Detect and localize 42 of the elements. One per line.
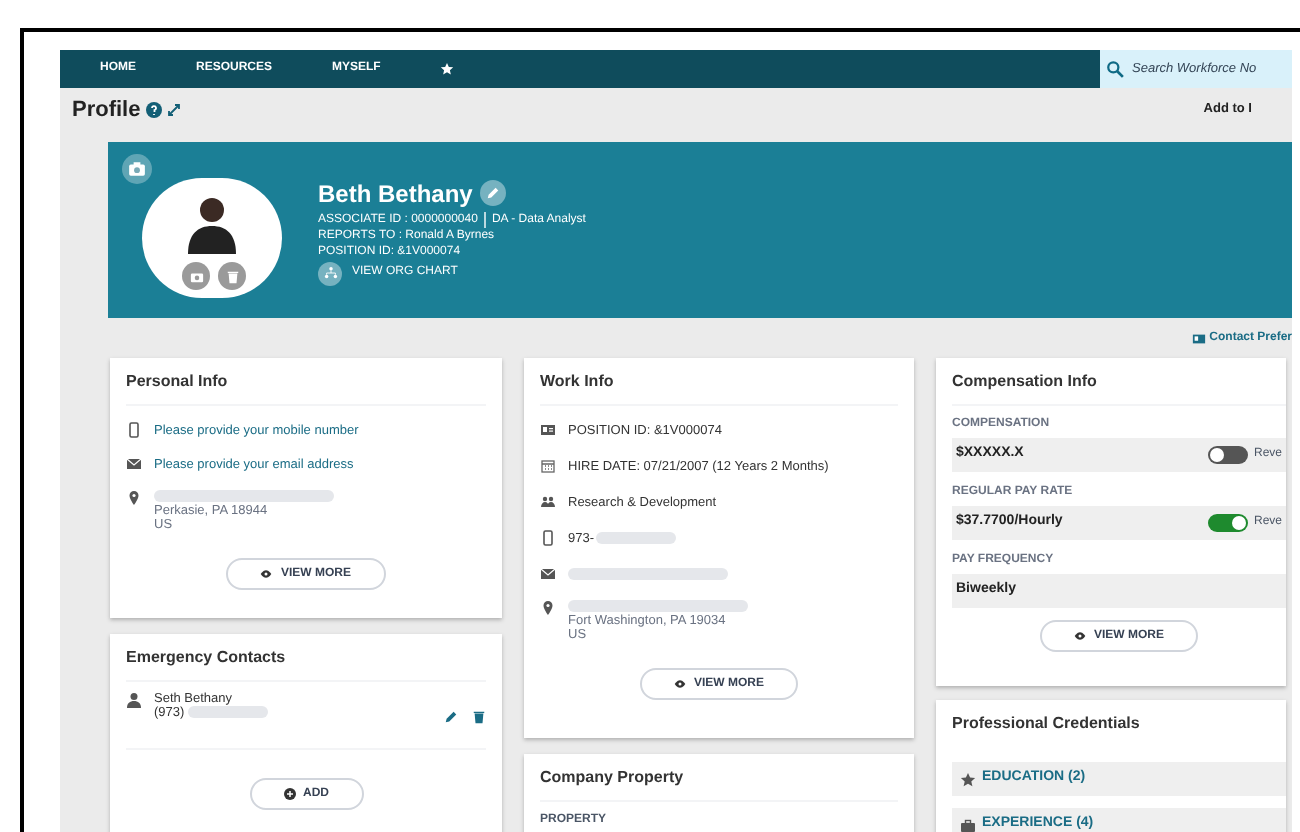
help-icon (146, 102, 163, 118)
edit-button[interactable] (444, 710, 458, 724)
map-pin-icon (540, 600, 556, 616)
profile-name: Beth Bethany (318, 177, 473, 211)
phone-icon (126, 422, 142, 438)
star-icon (960, 771, 976, 787)
id-card-icon (1191, 331, 1206, 345)
card-title: Personal Info (126, 370, 486, 406)
envelope-icon (540, 566, 556, 582)
pencil-icon (444, 710, 458, 724)
expand-icon (166, 102, 183, 118)
id-card-icon (540, 422, 556, 438)
delete-button[interactable] (472, 710, 486, 724)
search-icon (1106, 60, 1124, 78)
org-chart-icon (323, 266, 337, 280)
map-pin-icon (126, 490, 142, 506)
card-title: Professional Credentials (952, 712, 1142, 736)
card-title: Work Info (540, 370, 898, 406)
calendar-icon (540, 458, 556, 474)
toggle-switch[interactable] (1207, 514, 1248, 532)
redacted-text (188, 706, 269, 718)
eye-icon (1073, 630, 1086, 642)
card-title: Compensation Info (952, 370, 1286, 406)
trash-icon (472, 710, 486, 724)
card-title: Company Property (540, 766, 898, 802)
envelope-icon (126, 456, 142, 472)
camera-button[interactable] (122, 154, 152, 184)
plus-circle-icon (283, 788, 295, 800)
page-title: Profile (72, 95, 141, 126)
person-icon (126, 692, 142, 708)
trash-icon (225, 269, 239, 283)
people-icon (540, 494, 556, 510)
phone-icon (540, 530, 556, 546)
pencil-icon (486, 186, 501, 200)
briefcase-icon (960, 817, 976, 832)
eye-icon (673, 678, 686, 690)
star-icon (440, 62, 455, 76)
toggle-switch[interactable] (1207, 446, 1248, 464)
edit-button[interactable] (480, 180, 507, 206)
eye-icon (260, 568, 273, 580)
redacted-text (596, 532, 677, 544)
card-title: Emergency Contacts (126, 646, 486, 682)
